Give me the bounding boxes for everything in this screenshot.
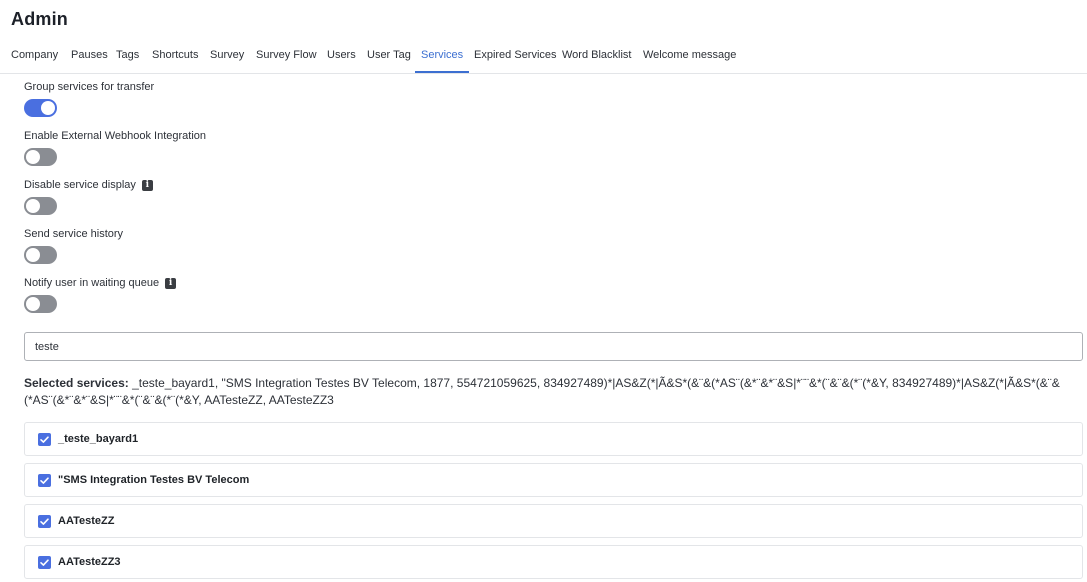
service-search-input[interactable]: [24, 332, 1083, 361]
setting-send-history: Send service history: [24, 226, 124, 264]
toggle-knob: [26, 199, 40, 213]
service-name: _teste_bayard1: [58, 433, 139, 445]
service-row[interactable]: AATesteZZ: [24, 504, 1083, 538]
tab-survey[interactable]: Survey: [210, 40, 244, 72]
tab-survey-flow[interactable]: Survey Flow: [256, 40, 317, 72]
service-name: "SMS Integration Testes BV Telecom: [58, 474, 250, 486]
service-name: AATesteZZ: [58, 515, 115, 527]
tab-user-tag[interactable]: User Tag: [367, 40, 411, 72]
notify-queue-toggle[interactable]: [24, 295, 57, 313]
service-row[interactable]: AATesteZZ3: [24, 545, 1083, 579]
setting-label: Notify user in waiting queue i: [24, 275, 177, 291]
setting-notify-queue: Notify user in waiting queue i: [24, 275, 177, 313]
info-icon[interactable]: i: [141, 179, 153, 191]
toggle-knob: [26, 150, 40, 164]
tab-bar: Company Pauses Tags Shortcuts Survey Sur…: [0, 40, 1087, 74]
toggle-knob: [41, 101, 55, 115]
check-icon: [40, 477, 49, 484]
check-icon: [40, 518, 49, 525]
tab-expired-services[interactable]: Expired Services: [474, 40, 557, 72]
checkbox[interactable]: [38, 556, 51, 569]
toggle-knob: [26, 248, 40, 262]
tab-tags[interactable]: Tags: [116, 40, 139, 72]
info-icon[interactable]: i: [165, 277, 177, 289]
service-name: AATesteZZ3: [58, 556, 121, 568]
disable-display-toggle[interactable]: [24, 197, 57, 215]
setting-label: Enable External Webhook Integration: [24, 130, 207, 142]
tab-word-blacklist[interactable]: Word Blacklist: [562, 40, 631, 72]
tab-users[interactable]: Users: [327, 40, 356, 72]
setting-external-webhook: Enable External Webhook Integration: [24, 128, 207, 166]
tab-services[interactable]: Services: [415, 40, 470, 73]
setting-label: Disable service display i: [24, 177, 153, 193]
service-row[interactable]: "SMS Integration Testes BV Telecom: [24, 463, 1083, 497]
setting-label-text: Disable service display: [24, 179, 136, 191]
tab-company[interactable]: Company: [11, 40, 58, 72]
send-history-toggle[interactable]: [24, 246, 57, 264]
check-icon: [40, 436, 49, 443]
service-row[interactable]: _teste_bayard1: [24, 422, 1083, 456]
group-transfer-toggle[interactable]: [24, 99, 57, 117]
tab-pauses[interactable]: Pauses: [71, 40, 108, 72]
checkbox[interactable]: [38, 433, 51, 446]
setting-disable-display: Disable service display i: [24, 177, 153, 215]
selected-services-label: Selected services:: [24, 376, 129, 390]
checkbox[interactable]: [38, 474, 51, 487]
toggle-knob: [26, 297, 40, 311]
tab-welcome-message[interactable]: Welcome message: [643, 40, 736, 72]
selected-services-value: _teste_bayard1, "SMS Integration Testes …: [24, 376, 1060, 407]
setting-label: Send service history: [24, 228, 124, 240]
selected-services-summary: Selected services: _teste_bayard1, "SMS …: [24, 375, 1069, 409]
setting-group-transfer: Group services for transfer: [24, 79, 155, 117]
tab-shortcuts[interactable]: Shortcuts: [152, 40, 198, 72]
setting-label: Group services for transfer: [24, 81, 155, 93]
setting-label-text: Notify user in waiting queue: [24, 277, 160, 289]
page-title: Admin: [11, 9, 68, 29]
external-webhook-toggle[interactable]: [24, 148, 57, 166]
check-icon: [40, 559, 49, 566]
checkbox[interactable]: [38, 515, 51, 528]
